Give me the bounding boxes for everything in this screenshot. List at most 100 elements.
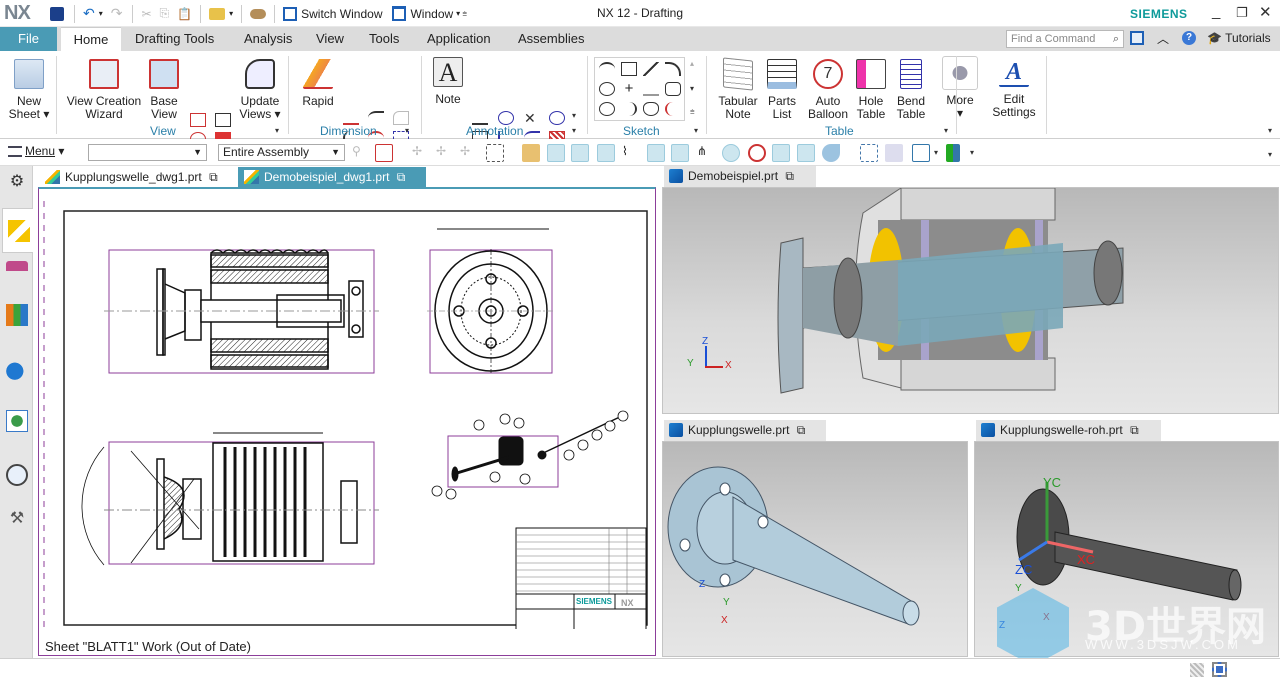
minimize-button[interactable]: _ xyxy=(1212,3,1220,20)
sketch-expand-icon[interactable]: ⩧ xyxy=(690,107,695,117)
graphics-window-kupplungswelle[interactable]: Z Y X xyxy=(662,441,968,657)
sketch-scroll-down-icon[interactable]: ▾ xyxy=(690,84,694,93)
resource-tab-assembly-navigator[interactable] xyxy=(2,208,33,253)
point-on-surface-icon[interactable] xyxy=(822,144,840,162)
curve-point-icon[interactable] xyxy=(671,144,689,162)
group-dimension-more-icon[interactable]: ▾ xyxy=(405,126,409,135)
snap-filter-icon[interactable] xyxy=(375,144,393,162)
id-symbol-icon[interactable] xyxy=(498,111,514,125)
polygon-icon[interactable] xyxy=(665,82,681,96)
restore-tab-icon[interactable]: ⧉ xyxy=(397,170,406,184)
point-icon[interactable]: + xyxy=(621,81,637,96)
group-sketch-more-icon[interactable]: ▾ xyxy=(694,126,698,135)
tab-view[interactable]: View xyxy=(306,27,354,51)
projected-view-icon[interactable] xyxy=(190,113,206,127)
tangent-point-icon[interactable] xyxy=(748,144,766,162)
rectangle-select-icon[interactable] xyxy=(486,144,504,162)
update-views-button[interactable]: Update Views ▾ xyxy=(238,59,282,121)
arc-center-icon[interactable] xyxy=(722,144,740,162)
tab-application[interactable]: Application xyxy=(417,27,501,51)
tab-kupplungswelle-prt[interactable]: Kupplungswelle.prt ⧉ ✕ xyxy=(664,420,826,458)
tab-kupplungswelle-roh-prt[interactable]: Kupplungswelle-roh.prt ⧉ ✕ xyxy=(976,420,1161,458)
hd3d-tools-icon[interactable] xyxy=(6,358,28,380)
hole-table-button[interactable]: Hole Table xyxy=(852,59,890,121)
auto-balloon-button[interactable]: 7 Auto Balloon xyxy=(806,59,850,121)
intersection-point-icon[interactable] xyxy=(647,144,665,162)
rectangle-icon[interactable] xyxy=(621,62,637,76)
bend-table-button[interactable]: Bend Table xyxy=(892,59,930,121)
section-line-icon[interactable] xyxy=(215,113,231,127)
graphics-window-demobeispiel[interactable]: Z Y X xyxy=(662,187,1279,414)
restore-tab-icon[interactable]: ⧉ xyxy=(797,423,806,437)
gear-icon[interactable]: ⚙ xyxy=(6,171,28,193)
view-layout-icon[interactable] xyxy=(912,144,930,162)
tab-home[interactable]: Home xyxy=(61,27,121,51)
control-point-icon[interactable]: ⌇ xyxy=(622,144,640,162)
selection-scope-select[interactable]: Entire Assembly ▼ xyxy=(218,144,345,161)
render-style-icon[interactable] xyxy=(946,144,960,162)
tabular-note-button[interactable]: Tabular Note xyxy=(716,57,760,121)
web-browser-icon[interactable] xyxy=(6,410,28,432)
constraint-navigator-icon[interactable] xyxy=(6,261,28,283)
restore-tab-icon[interactable]: ⧉ xyxy=(1130,423,1139,437)
select-body-icon[interactable]: ✢ xyxy=(460,144,478,162)
select-component-icon[interactable]: ✢ xyxy=(436,144,454,162)
mid-point-icon[interactable] xyxy=(597,144,615,162)
close-button[interactable]: ✕ xyxy=(1259,3,1272,21)
edit-settings-button[interactable]: A Edit Settings xyxy=(990,57,1038,119)
linear-dimension-icon[interactable] xyxy=(343,111,359,125)
point-on-curve-icon[interactable] xyxy=(797,144,815,162)
restore-button[interactable]: ❐ xyxy=(1236,5,1248,21)
drawing-sheet-panel[interactable]: SIEMENS NX xyxy=(38,187,656,656)
annotation-more-icon[interactable]: ▾ xyxy=(572,111,576,120)
tab-kupplungswelle-dwg1[interactable]: Kupplungswelle_dwg1.prt ⧉ xyxy=(39,167,234,187)
tab-analysis[interactable]: Analysis xyxy=(234,27,302,51)
tab-tools[interactable]: Tools xyxy=(359,27,409,51)
view-creation-wizard-button[interactable]: View Creation Wizard xyxy=(64,59,144,121)
perimeter-dimension-icon[interactable] xyxy=(393,111,409,125)
end-point-icon[interactable] xyxy=(571,144,589,162)
history-icon[interactable] xyxy=(6,464,28,486)
selection-filter-status-icon[interactable] xyxy=(1190,663,1204,677)
group-view-more-icon[interactable]: ▾ xyxy=(275,126,279,135)
cross-icon[interactable]: ✕ xyxy=(524,111,540,125)
group-annotation-more-icon[interactable]: ▾ xyxy=(572,126,576,135)
restore-tab-icon[interactable]: ⧉ xyxy=(209,170,218,184)
tab-drafting-tools[interactable]: Drafting Tools xyxy=(125,27,224,51)
chamfer-dimension-icon[interactable] xyxy=(368,111,384,125)
help-icon[interactable]: ? xyxy=(1182,31,1196,45)
quadrant-point-icon[interactable]: ⋔ xyxy=(697,144,715,162)
parts-list-button[interactable]: Parts List xyxy=(764,59,800,121)
restore-tab-icon[interactable]: ⧉ xyxy=(785,169,794,183)
pan-icon[interactable] xyxy=(885,144,903,162)
select-feature-icon[interactable]: ✢ xyxy=(412,144,430,162)
type-filter-select[interactable]: ▼ xyxy=(88,144,207,161)
arc-icon[interactable] xyxy=(665,62,681,76)
ribbon-options-icon[interactable]: ▾ xyxy=(1268,126,1272,135)
tutorials-button[interactable]: 🎓 Tutorials xyxy=(1207,31,1271,45)
feature-control-frame-icon[interactable] xyxy=(472,111,488,125)
collapse-ribbon-icon[interactable]: ︿ xyxy=(1157,30,1169,47)
view-layout-dropdown-icon[interactable]: ▾ xyxy=(934,148,938,157)
menu-button[interactable]: Menu ▾ xyxy=(8,144,64,158)
spline-icon[interactable] xyxy=(643,82,659,96)
offset-curve-icon[interactable] xyxy=(643,102,659,116)
deselect-all-icon[interactable] xyxy=(522,144,540,162)
new-sheet-button[interactable]: New Sheet ▾ xyxy=(6,59,52,121)
tab-demobeispiel-prt[interactable]: Demobeispiel.prt ⧉ ✕ xyxy=(664,166,816,204)
tab-file[interactable]: File xyxy=(0,27,57,51)
snap-point-icon[interactable] xyxy=(547,144,565,162)
existing-point-icon[interactable] xyxy=(772,144,790,162)
find-command-input[interactable]: Find a Command ⌕ xyxy=(1006,30,1124,48)
tab-demobeispiel-dwg1[interactable]: Demobeispiel_dwg1.prt ⧉ ✕ xyxy=(238,167,426,204)
filter-icon[interactable]: ⚲ xyxy=(352,144,370,162)
ellipse-icon[interactable] xyxy=(599,102,615,116)
pattern-curve-icon[interactable] xyxy=(665,102,681,116)
zoom-window-icon[interactable] xyxy=(860,144,878,162)
full-screen-toggle-icon[interactable] xyxy=(1212,662,1227,677)
sketch-scroll-up-icon[interactable]: ▴ xyxy=(690,59,694,68)
rapid-dimension-button[interactable]: Rapid xyxy=(298,59,338,108)
base-view-button[interactable]: Base View xyxy=(146,59,182,121)
group-table-more-icon[interactable]: ▾ xyxy=(944,126,948,135)
note-button[interactable]: A Note xyxy=(430,57,466,106)
